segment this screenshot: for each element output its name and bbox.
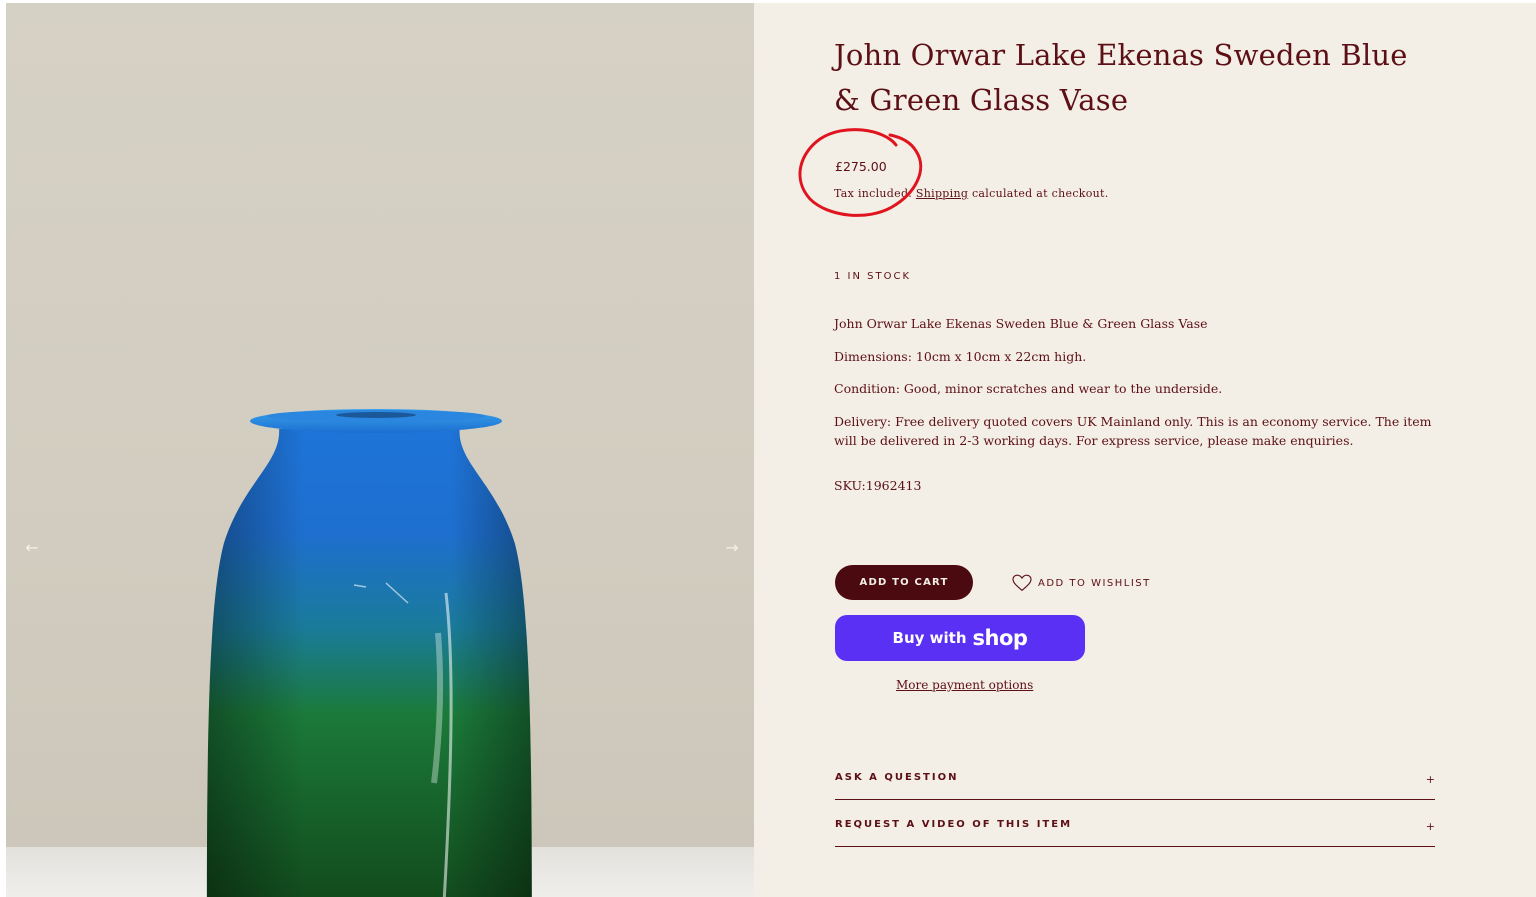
shop-pay-prefix: Buy with — [892, 629, 967, 647]
description-dimensions: Dimensions: 10cm x 10cm x 22cm high. — [834, 349, 1087, 364]
buy-with-shop-button[interactable]: Buy with shop — [835, 615, 1085, 661]
description-delivery: Delivery: Free delivery quoted covers UK… — [834, 414, 1432, 448]
tax-note-suffix: calculated at checkout. — [968, 187, 1109, 200]
product-image-gallery: ← → — [6, 3, 754, 897]
tax-shipping-note: Tax included. Shipping calculated at che… — [834, 187, 1109, 200]
product-title: John Orwar Lake Ekenas Sweden Blue & Gre… — [834, 38, 1408, 117]
product-sku: SKU:1962413 — [834, 478, 922, 493]
shipping-link[interactable]: Shipping — [916, 187, 968, 200]
description-line: John Orwar Lake Ekenas Sweden Blue & Gre… — [834, 316, 1208, 331]
plus-icon: + — [1425, 773, 1435, 786]
tax-note-prefix: Tax included. — [834, 187, 916, 200]
description-condition: Condition: Good, minor scratches and wea… — [834, 381, 1223, 396]
more-payment-options-link[interactable]: More payment options — [896, 678, 1033, 692]
plus-icon: + — [1425, 820, 1435, 833]
add-to-cart-button[interactable]: ADD TO CART — [835, 565, 973, 600]
accordion-request-video[interactable]: REQUEST A VIDEO OF THIS ITEM + — [835, 803, 1435, 847]
product-price: £275.00 — [835, 159, 887, 174]
heart-icon — [1012, 574, 1032, 592]
product-photo-vase[interactable] — [206, 403, 546, 897]
arrow-right-icon: → — [725, 537, 739, 557]
wishlist-label: ADD TO WISHLIST — [1038, 577, 1151, 589]
accordion-label: ASK A QUESTION — [835, 772, 959, 783]
arrow-left-icon: ← — [25, 537, 39, 557]
accordion-label: REQUEST A VIDEO OF THIS ITEM — [835, 819, 1073, 830]
add-to-wishlist-button[interactable]: ADD TO WISHLIST — [1012, 573, 1151, 593]
product-details-panel: John Orwar Lake Ekenas Sweden Blue & Gre… — [754, 3, 1536, 897]
stock-status: 1 IN STOCK — [834, 271, 912, 282]
gallery-prev-arrow[interactable]: ← — [18, 533, 46, 561]
gallery-next-arrow[interactable]: → — [718, 533, 746, 561]
accordion-ask-question[interactable]: ASK A QUESTION + — [835, 756, 1435, 800]
shop-logo: shop — [972, 626, 1028, 650]
